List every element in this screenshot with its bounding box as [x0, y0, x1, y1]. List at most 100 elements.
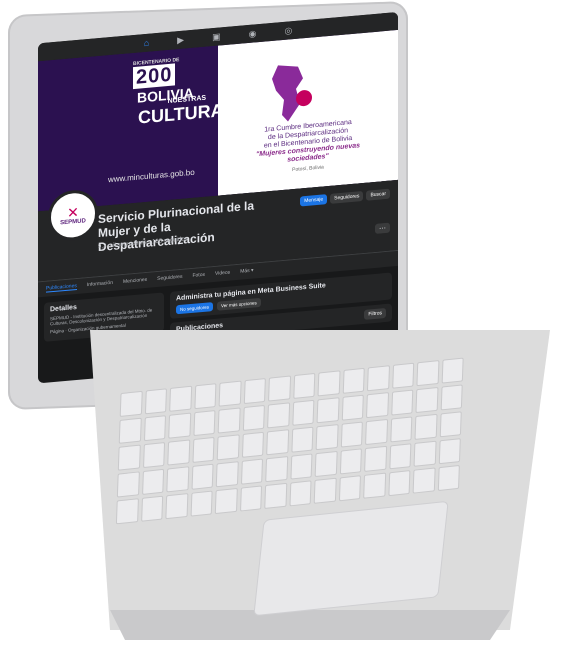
keyboard-key[interactable]: [289, 453, 313, 480]
tab-informacion[interactable]: Información: [87, 280, 113, 289]
keyboard-key[interactable]: [288, 480, 312, 507]
keyboard-key[interactable]: [141, 468, 165, 495]
keyboard-key[interactable]: [441, 357, 464, 384]
summit-text: 1ra Cumbre Iberoamericana de la Despatri…: [248, 118, 368, 178]
keyboard-key[interactable]: [340, 421, 363, 448]
keyboard-key[interactable]: [217, 407, 241, 434]
keyboard-key[interactable]: [388, 443, 412, 470]
keyboard-key[interactable]: [341, 394, 364, 421]
tab-mas[interactable]: Más ▾: [240, 268, 253, 276]
keyboard-key[interactable]: [291, 399, 315, 426]
keyboard-key[interactable]: [416, 360, 439, 387]
keyboard-key[interactable]: [387, 470, 411, 497]
keyboard-key[interactable]: [142, 441, 166, 469]
keyboard-key[interactable]: [119, 390, 143, 417]
trackpad[interactable]: [253, 500, 449, 617]
keyboard-key[interactable]: [389, 416, 413, 443]
keyboard-key[interactable]: [191, 436, 215, 463]
keyboard-key[interactable]: [290, 426, 314, 453]
keyboard-key[interactable]: [413, 440, 437, 467]
keyboard-key[interactable]: [267, 402, 290, 429]
keyboard-key[interactable]: [363, 472, 386, 499]
keyboard-key[interactable]: [265, 456, 288, 483]
keyboard-key[interactable]: [268, 375, 291, 402]
tab-fotos[interactable]: Fotos: [192, 272, 205, 280]
message-button[interactable]: Mensaje: [300, 194, 328, 207]
profile-actions: Mensaje Seguidores Buscar: [300, 188, 390, 207]
keyboard-key[interactable]: [391, 362, 415, 389]
groups-icon[interactable]: ◉: [249, 28, 257, 40]
keyboard-key[interactable]: [216, 434, 240, 461]
keyboard-key[interactable]: [339, 448, 362, 475]
keyboard-key[interactable]: [390, 389, 414, 416]
keyboard-key[interactable]: [239, 485, 263, 512]
keyboard-key[interactable]: [116, 471, 140, 498]
keyboard-key[interactable]: [143, 415, 167, 442]
keyboard-key[interactable]: [440, 384, 463, 411]
keyboard-key[interactable]: [192, 410, 216, 437]
keyboard-key[interactable]: [365, 418, 388, 446]
primary-manage-button[interactable]: No seguidores: [176, 302, 214, 315]
marketplace-icon[interactable]: ▣: [212, 31, 221, 43]
keyboard-key[interactable]: [144, 388, 167, 415]
keyboard-key[interactable]: [214, 488, 238, 515]
keyboard-key[interactable]: [242, 404, 265, 432]
keyboard-key[interactable]: [215, 461, 239, 488]
video-icon[interactable]: ▶: [177, 34, 184, 46]
keyboard-key[interactable]: [292, 372, 316, 400]
keyboard-key[interactable]: [415, 386, 439, 414]
keyboard-key[interactable]: [140, 495, 164, 522]
laptop-screen: ⌂ ▶ ▣ ◉ ◎ BICENTENARIO DE 200 BOLIVIA NU…: [38, 11, 398, 384]
tab-publicaciones[interactable]: Publicaciones: [46, 282, 77, 293]
keyboard-key[interactable]: [190, 490, 213, 517]
keyboard-key[interactable]: [165, 493, 188, 520]
laptop-base: [50, 330, 550, 650]
keyboard-key[interactable]: [264, 482, 287, 510]
keyboard-key[interactable]: [266, 429, 289, 456]
keyboard-key[interactable]: [412, 467, 436, 494]
keyboard-key[interactable]: [193, 383, 217, 410]
keyboard-key[interactable]: [314, 450, 338, 478]
keyboard-key[interactable]: [438, 438, 461, 465]
filter-button[interactable]: Filtros: [364, 307, 386, 320]
keyboard-key[interactable]: [315, 424, 339, 451]
keyboard-key[interactable]: [243, 378, 266, 405]
website-url: www.minculturas.gob.bo: [108, 167, 195, 185]
cover-right-panel: 1ra Cumbre Iberoamericana de la Despatri…: [218, 29, 398, 196]
keyboard-key[interactable]: [118, 417, 142, 444]
keyboard-key[interactable]: [241, 431, 264, 458]
keyboard-key[interactable]: [364, 445, 387, 472]
search-button[interactable]: Buscar: [366, 188, 390, 201]
more-options-link[interactable]: Ver más opciones: [217, 297, 261, 311]
avatar-logo-text: SEPMUD: [60, 218, 86, 227]
followers-button[interactable]: Seguidores: [330, 190, 364, 204]
keyboard-key[interactable]: [313, 477, 337, 504]
brand-year: 200: [133, 63, 176, 90]
tab-menciones[interactable]: Menciones: [123, 277, 147, 286]
keyboard-key[interactable]: [218, 380, 242, 407]
keyboard-key[interactable]: [414, 413, 438, 440]
keyboard-key[interactable]: [342, 367, 365, 394]
keyboard-key[interactable]: [338, 475, 361, 502]
keyboard-key[interactable]: [366, 392, 389, 419]
keyboard-key[interactable]: [191, 463, 214, 490]
cover-left-panel: BICENTENARIO DE 200 BOLIVIA NUESTRAS CUL…: [38, 45, 236, 212]
home-icon[interactable]: ⌂: [144, 38, 149, 48]
keyboard-key[interactable]: [117, 444, 141, 471]
tab-seguidores[interactable]: Seguidores: [157, 274, 182, 283]
keyboard-key[interactable]: [437, 464, 460, 492]
keyboard-key[interactable]: [167, 439, 190, 466]
keyboard-key[interactable]: [115, 498, 139, 525]
keyboard-key[interactable]: [316, 397, 340, 424]
keyboard-key[interactable]: [439, 411, 462, 438]
keyboard-key[interactable]: [166, 466, 189, 493]
gaming-icon[interactable]: ◎: [284, 25, 292, 37]
keyboard-key[interactable]: [169, 385, 192, 412]
keyboard-key[interactable]: [240, 458, 264, 485]
more-options-button[interactable]: ⋯: [375, 222, 390, 234]
latin-america-map-icon: [272, 65, 312, 122]
keyboard-key[interactable]: [366, 365, 390, 392]
tab-videos[interactable]: Videos: [215, 270, 230, 278]
keyboard-key[interactable]: [317, 370, 341, 397]
keyboard-key[interactable]: [168, 412, 191, 439]
